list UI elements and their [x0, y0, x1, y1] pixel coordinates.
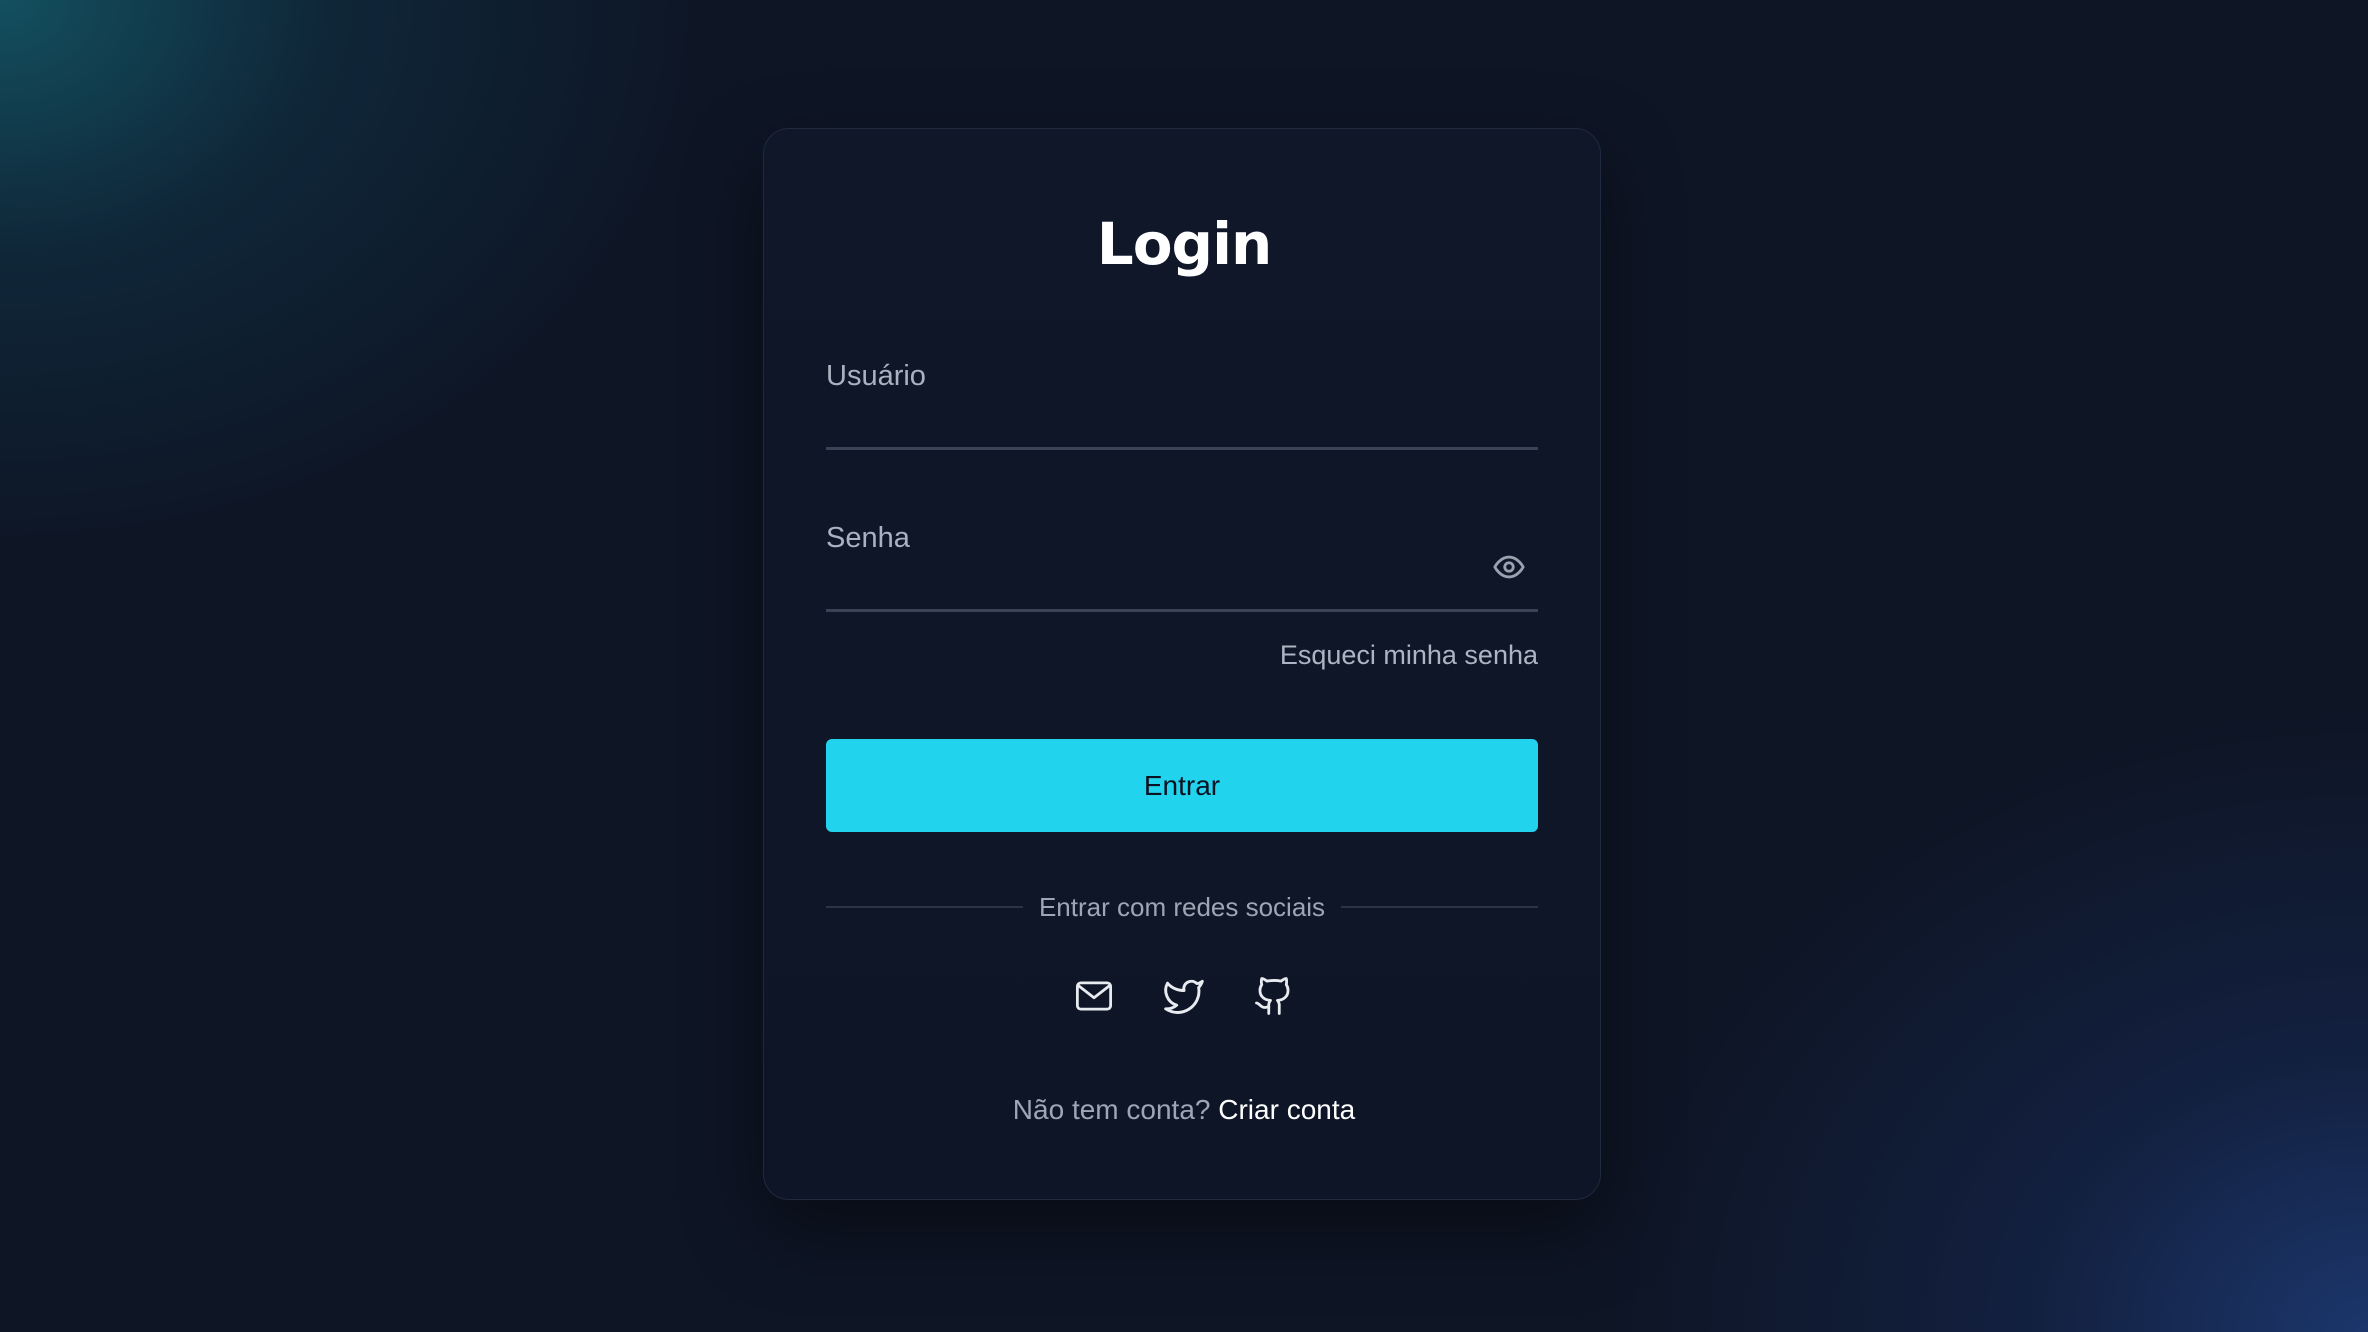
signup-prompt-text: Não tem conta?	[1012, 1094, 1211, 1125]
page-title: Login	[1096, 210, 1273, 278]
signup-prompt: Não tem conta? Criar conta	[0, 1094, 2368, 1126]
username-field[interactable]: Usuário	[826, 350, 1538, 450]
github-icon[interactable]	[1252, 974, 1296, 1018]
forgot-password-link[interactable]: Esqueci minha senha	[1280, 640, 1538, 671]
username-input[interactable]	[826, 401, 1538, 441]
username-label: Usuário	[826, 360, 926, 392]
password-input[interactable]	[826, 563, 1538, 603]
login-button[interactable]: Entrar	[826, 739, 1538, 832]
divider-line-right	[1341, 906, 1539, 908]
social-divider: Entrar com redes sociais	[826, 890, 1539, 924]
social-divider-text: Entrar com redes sociais	[1038, 891, 1326, 922]
password-label: Senha	[826, 522, 910, 554]
divider-line-left	[826, 906, 1023, 908]
password-field[interactable]: Senha	[826, 514, 1538, 612]
create-account-link[interactable]: Criar conta	[1218, 1094, 1355, 1125]
social-buttons	[0, 974, 2368, 1018]
mail-icon[interactable]	[1072, 974, 1116, 1018]
eye-icon[interactable]	[1492, 550, 1526, 584]
twitter-icon[interactable]	[1162, 974, 1206, 1018]
